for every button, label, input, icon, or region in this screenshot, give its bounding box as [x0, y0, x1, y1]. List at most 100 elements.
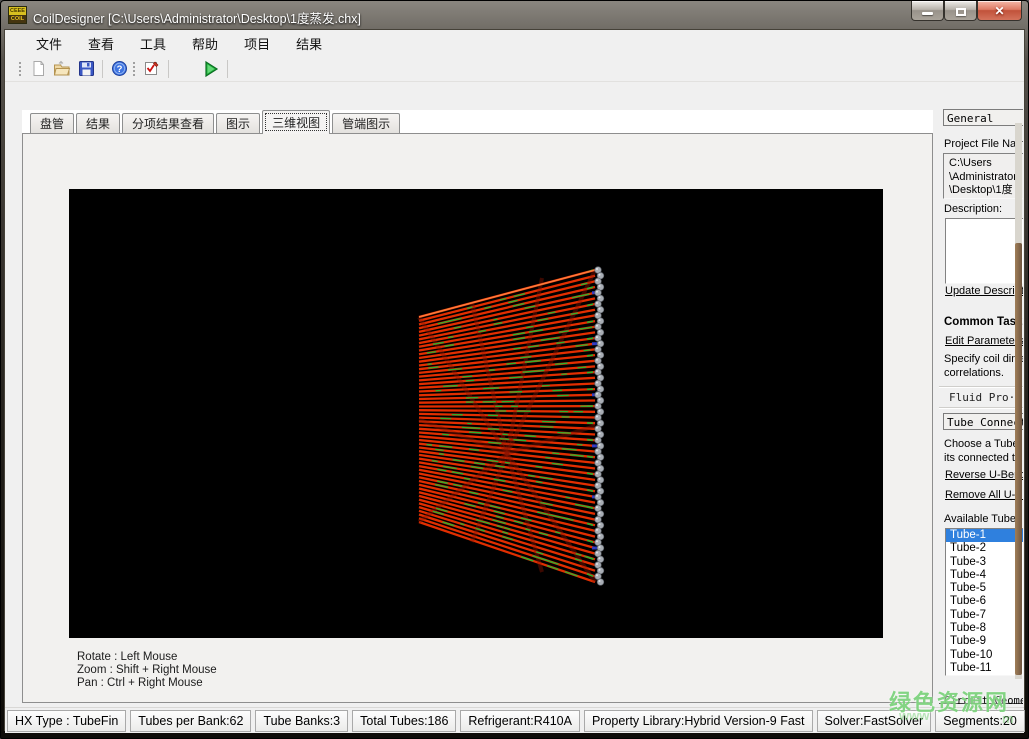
tube-list-items: Tube-1Tube-2Tube-3Tube-4Tube-5Tube-6Tube…	[946, 529, 1023, 675]
window-controls: ✕	[911, 1, 1022, 21]
tube-list-item[interactable]: Tube-7	[946, 609, 1023, 622]
toolbar-separator	[102, 60, 103, 78]
tube-list-item[interactable]: Tube-8	[946, 622, 1023, 635]
menu-item[interactable]: 工具	[127, 31, 179, 56]
choose-line: Choose a Tube	[944, 438, 1023, 452]
choose-tube-text: Choose a Tubeits connected tu	[944, 438, 1023, 465]
run-icon	[202, 60, 220, 78]
app-icon-text-bottom: COIL	[9, 15, 26, 23]
sidebar-scroll-thumb[interactable]	[1015, 243, 1022, 675]
divider	[939, 386, 1023, 387]
edit-parameters-button[interactable]	[140, 58, 164, 80]
app-window: CEEE COIL CoilDesigner [C:\Users\Adminis…	[0, 0, 1029, 739]
status-panel: Segments:20	[935, 710, 1025, 732]
tube-list-item[interactable]: Tube-5	[946, 582, 1023, 595]
svg-text:?: ?	[116, 64, 122, 75]
hint-line: Rotate : Left Mouse	[77, 651, 217, 664]
tab-page-3d-view: Rotate : Left MouseZoom : Shift + Right …	[22, 133, 933, 703]
menu-bar: 文件查看工具帮助项目结果	[5, 30, 1024, 56]
open-file-icon	[53, 60, 71, 77]
app-icon: CEEE COIL	[8, 6, 27, 24]
minimize-icon	[922, 12, 933, 15]
hint-line: Pan : Ctrl + Right Mouse	[77, 677, 217, 690]
reverse-ubends-link[interactable]: Reverse U-Bends	[945, 469, 1023, 481]
status-panel: Tubes per Bank:62	[130, 710, 251, 732]
sidebar: General Project File Name: C:\Users\Admi…	[939, 107, 1023, 708]
update-description-link[interactable]: Update Description	[945, 285, 1023, 297]
common-tasks-header: Common Tasks	[944, 316, 1023, 328]
menu-item[interactable]: 帮助	[179, 31, 231, 56]
menu-item[interactable]: 项目	[231, 31, 283, 56]
toolbar-separator	[227, 60, 228, 78]
tube-list-item[interactable]: Tube-2	[946, 542, 1023, 555]
tab[interactable]: 分项结果查看	[122, 113, 214, 134]
status-panel: Property Library:Hybrid Version-9 Fast	[584, 710, 813, 732]
description-label: Description:	[944, 203, 1023, 215]
fluid-properties-header[interactable]: Fluid Pro···	[949, 391, 1023, 404]
close-button[interactable]: ✕	[977, 1, 1022, 21]
circuit-geometry-header[interactable]: Circuit Geome	[944, 695, 1023, 707]
path-line: C:\Users	[949, 157, 1023, 171]
toolbar-grip[interactable]	[131, 60, 137, 78]
run-simulation-button[interactable]	[199, 58, 223, 80]
tab[interactable]: 三维视图	[262, 110, 330, 134]
menu-item[interactable]: 查看	[75, 31, 127, 56]
tube-list-item[interactable]: Tube-1	[946, 529, 1023, 542]
status-panel: Refrigerant:R410A	[460, 710, 580, 732]
tab[interactable]: 结果	[76, 113, 120, 134]
status-panels: HX Type : TubeFinTubes per Bank:62Tube B…	[7, 710, 1025, 732]
remove-ubends-link[interactable]: Remove All U-Bends	[945, 489, 1023, 501]
save-button[interactable]	[74, 58, 98, 80]
specify-text: Specify coil dimecorrelations.	[944, 353, 1023, 380]
open-file-button[interactable]	[50, 58, 74, 80]
maximize-icon	[956, 8, 966, 16]
tab[interactable]: 盘管	[30, 113, 74, 134]
status-panel: Tube Banks:3	[255, 710, 348, 732]
maximize-button[interactable]	[944, 1, 977, 21]
toolbar-grip[interactable]	[17, 60, 23, 78]
edit-parameters-icon	[143, 60, 161, 77]
menu-item[interactable]: 文件	[23, 31, 75, 56]
menu-item[interactable]: 结果	[283, 31, 335, 56]
description-input[interactable]	[945, 218, 1023, 284]
tube-list-item[interactable]: Tube-11	[946, 662, 1023, 675]
status-panel: HX Type : TubeFin	[7, 710, 126, 732]
viewport-3d[interactable]	[69, 189, 883, 638]
tab[interactable]: 图示	[216, 113, 260, 134]
tube-list-item[interactable]: Tube-9	[946, 635, 1023, 648]
new-document-button[interactable]	[26, 58, 50, 80]
divider	[939, 407, 1023, 408]
status-panel: Solver:FastSolver	[817, 710, 932, 732]
tube-list-item[interactable]: Tube-3	[946, 556, 1023, 569]
available-tubes-label: Available Tubes	[944, 513, 1023, 525]
status-panel: Total Tubes:186	[352, 710, 456, 732]
project-file-label: Project File Name:	[944, 138, 1023, 150]
toolbar: ?	[5, 56, 1024, 82]
status-bar: HX Type : TubeFinTubes per Bank:62Tube B…	[5, 707, 1024, 733]
coil-svg	[69, 189, 883, 638]
tab[interactable]: 管端图示	[332, 113, 400, 134]
titlebar[interactable]: CEEE COIL CoilDesigner [C:\Users\Adminis…	[1, 1, 1028, 29]
sidebar-scrollbar[interactable]	[1015, 123, 1022, 679]
save-icon	[78, 60, 95, 77]
close-icon: ✕	[994, 4, 1004, 18]
help-button[interactable]: ?	[107, 58, 131, 80]
specify-line: Specify coil dime	[944, 353, 1023, 367]
hint-line: Zoom : Shift + Right Mouse	[77, 664, 217, 677]
tube-list-item[interactable]: Tube-4	[946, 569, 1023, 582]
project-file-path: C:\Users\Administrator\Desktop\1度	[943, 153, 1023, 199]
minimize-button[interactable]	[911, 1, 944, 21]
mouse-hints: Rotate : Left MouseZoom : Shift + Right …	[77, 651, 217, 690]
edit-parameters-link[interactable]: Edit Parameters	[945, 335, 1023, 347]
general-group-header[interactable]: General	[943, 109, 1023, 126]
tube-connections-header[interactable]: Tube Connections	[943, 413, 1023, 430]
tube-list-item[interactable]: Tube-6	[946, 595, 1023, 608]
help-icon: ?	[111, 60, 128, 77]
new-document-icon	[30, 60, 47, 77]
choose-line: its connected tu	[944, 452, 1023, 466]
tab-strip: 盘管结果分项结果查看图示三维视图管端图示	[22, 110, 933, 134]
app-icon-text-top: CEEE	[9, 7, 26, 15]
tube-list-item[interactable]: Tube-10	[946, 649, 1023, 662]
tube-list: Tube-1Tube-2Tube-3Tube-4Tube-5Tube-6Tube…	[945, 528, 1023, 676]
path-line: \Administrator	[949, 171, 1023, 185]
